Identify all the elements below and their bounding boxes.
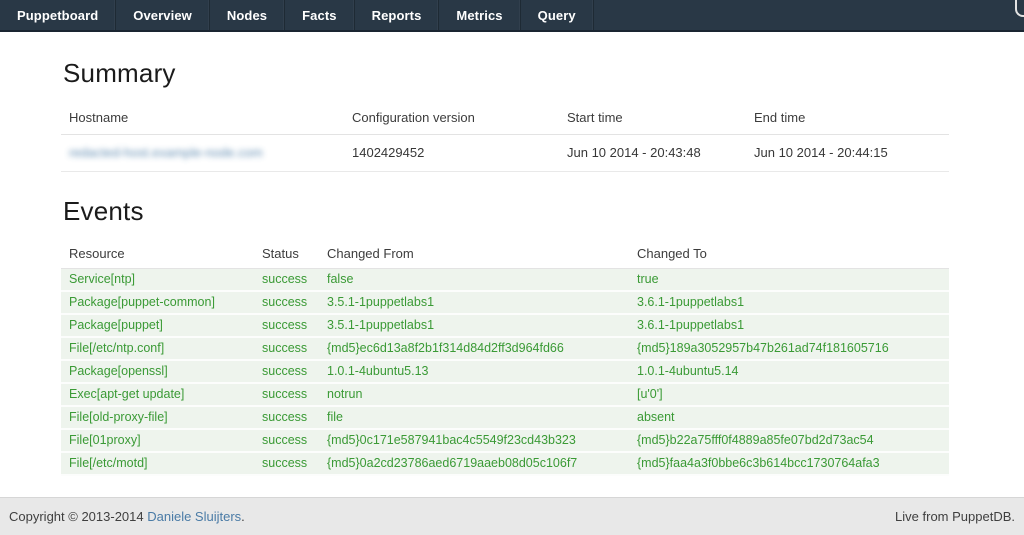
event-resource: Exec[apt-get update] <box>61 383 254 406</box>
nav-item-metrics[interactable]: Metrics <box>439 0 520 30</box>
nav-item-nodes[interactable]: Nodes <box>210 0 285 30</box>
events-heading: Events <box>63 196 949 226</box>
footer: Copyright © 2013-2014 Daniele Sluijters.… <box>0 497 1024 535</box>
event-status: success <box>254 406 319 429</box>
event-changed-from: file <box>319 406 629 429</box>
events-col-status: Status <box>254 240 319 269</box>
navbar-brand[interactable]: Puppetboard <box>0 0 116 30</box>
event-changed-to: 3.6.1-1puppetlabs1 <box>629 291 949 314</box>
events-col-resource: Resource <box>61 240 254 269</box>
event-status: success <box>254 360 319 383</box>
copyright-suffix: . <box>241 509 245 524</box>
event-changed-from: 1.0.1-4ubuntu5.13 <box>319 360 629 383</box>
summary-col-end-time: End time <box>746 102 949 135</box>
config-version-value: 1402429452 <box>344 135 559 172</box>
event-status: success <box>254 383 319 406</box>
event-status: success <box>254 291 319 314</box>
summary-row: redacted-host.example-node.com 140242945… <box>61 135 949 172</box>
event-resource: Package[puppet] <box>61 314 254 337</box>
events-table: Resource Status Changed From Changed To … <box>61 240 949 476</box>
event-status: success <box>254 337 319 360</box>
summary-col-config-version: Configuration version <box>344 102 559 135</box>
event-row: Package[openssl] success 1.0.1-4ubuntu5.… <box>61 360 949 383</box>
event-row: Package[puppet] success 3.5.1-1puppetlab… <box>61 314 949 337</box>
event-resource: File[/etc/ntp.conf] <box>61 337 254 360</box>
events-col-changed-from: Changed From <box>319 240 629 269</box>
event-changed-to: true <box>629 269 949 292</box>
event-status: success <box>254 429 319 452</box>
end-time-value: Jun 10 2014 - 20:44:15 <box>746 135 949 172</box>
event-changed-to: [u'0'] <box>629 383 949 406</box>
event-resource: Package[puppet-common] <box>61 291 254 314</box>
event-changed-to: absent <box>629 406 949 429</box>
event-status: success <box>254 452 319 475</box>
start-time-value: Jun 10 2014 - 20:43:48 <box>559 135 746 172</box>
summary-header-row: Hostname Configuration version Start tim… <box>61 102 949 135</box>
hostname-link[interactable]: redacted-host.example-node.com <box>69 145 263 160</box>
summary-heading: Summary <box>63 58 949 88</box>
event-changed-from: false <box>319 269 629 292</box>
event-resource: Package[openssl] <box>61 360 254 383</box>
event-changed-to: {md5}189a3052957b47b261ad74f181605716 <box>629 337 949 360</box>
event-changed-to: {md5}b22a75fff0f4889a85fe07bd2d73ac54 <box>629 429 949 452</box>
nav-item-facts[interactable]: Facts <box>285 0 354 30</box>
copyright-text: Copyright © 2013-2014 Daniele Sluijters. <box>9 509 245 524</box>
nav-item-overview[interactable]: Overview <box>116 0 210 30</box>
event-changed-to: 3.6.1-1puppetlabs1 <box>629 314 949 337</box>
event-changed-to: {md5}faa4a3f0bbe6c3b614bcc1730764afa3 <box>629 452 949 475</box>
event-changed-to: 1.0.1-4ubuntu5.14 <box>629 360 949 383</box>
event-status: success <box>254 269 319 292</box>
event-resource: File[old-proxy-file] <box>61 406 254 429</box>
main-content: Summary Hostname Configuration version S… <box>61 32 949 476</box>
event-changed-from: 3.5.1-1puppetlabs1 <box>319 314 629 337</box>
event-changed-from: 3.5.1-1puppetlabs1 <box>319 291 629 314</box>
scrollbar-thumb[interactable] <box>1015 0 1024 17</box>
events-col-changed-to: Changed To <box>629 240 949 269</box>
event-changed-from: {md5}0c171e587941bac4c5549f23cd43b323 <box>319 429 629 452</box>
event-row: File[old-proxy-file] success file absent <box>61 406 949 429</box>
puppetdb-status-text: Live from PuppetDB. <box>895 509 1015 524</box>
summary-table: Hostname Configuration version Start tim… <box>61 102 949 172</box>
author-link[interactable]: Daniele Sluijters <box>147 509 241 524</box>
event-row: Service[ntp] success false true <box>61 269 949 292</box>
event-changed-from: {md5}ec6d13a8f2b1f314d84d2ff3d964fd66 <box>319 337 629 360</box>
events-header-row: Resource Status Changed From Changed To <box>61 240 949 269</box>
summary-col-hostname: Hostname <box>61 102 344 135</box>
event-row: Package[puppet-common] success 3.5.1-1pu… <box>61 291 949 314</box>
summary-col-start-time: Start time <box>559 102 746 135</box>
event-changed-from: {md5}0a2cd23786aed6719aaeb08d05c106f7 <box>319 452 629 475</box>
event-resource: File[01proxy] <box>61 429 254 452</box>
event-row: File[/etc/motd] success {md5}0a2cd23786a… <box>61 452 949 475</box>
event-changed-from: notrun <box>319 383 629 406</box>
nav-item-reports[interactable]: Reports <box>355 0 440 30</box>
nav-item-query[interactable]: Query <box>521 0 594 30</box>
copyright-prefix: Copyright © 2013-2014 <box>9 509 147 524</box>
event-resource: File[/etc/motd] <box>61 452 254 475</box>
event-status: success <box>254 314 319 337</box>
event-resource: Service[ntp] <box>61 269 254 292</box>
event-row: File[01proxy] success {md5}0c171e587941b… <box>61 429 949 452</box>
event-row: File[/etc/ntp.conf] success {md5}ec6d13a… <box>61 337 949 360</box>
event-row: Exec[apt-get update] success notrun [u'0… <box>61 383 949 406</box>
navbar: Puppetboard Overview Nodes Facts Reports… <box>0 0 1024 32</box>
